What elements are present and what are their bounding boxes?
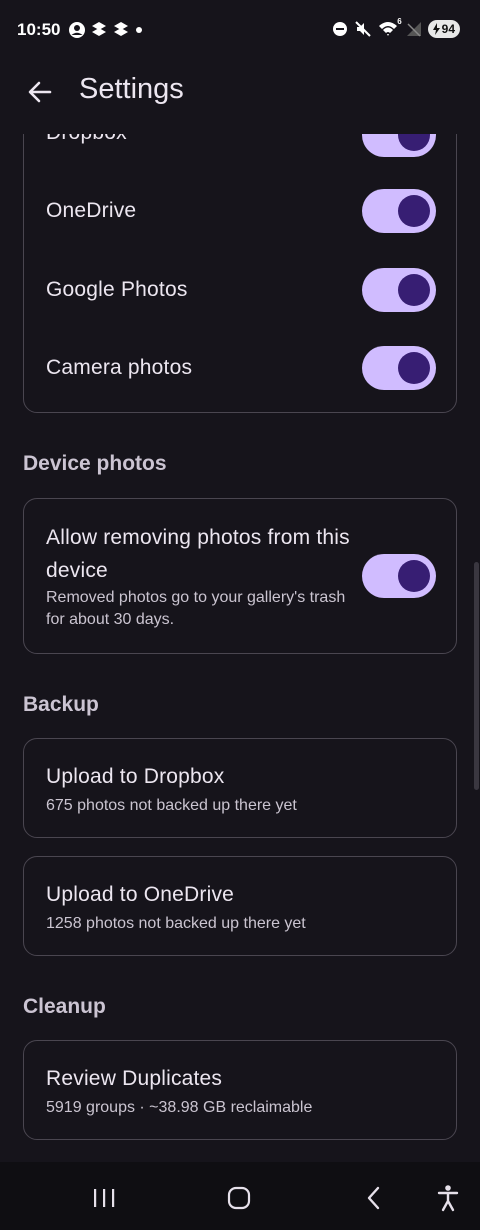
toggle-camera-photos[interactable]	[362, 346, 436, 390]
section-header-cleanup: Cleanup	[23, 995, 106, 1018]
chevron-left-icon	[367, 1186, 380, 1210]
toggle-thumb	[398, 560, 430, 592]
source-label-camera-photos: Camera photos	[46, 356, 193, 379]
toggle-thumb	[398, 134, 430, 151]
review-duplicates-card[interactable]: Review Duplicates 5919 groups · ~38.98 G…	[23, 1040, 457, 1140]
upload-onedrive-title: Upload to OneDrive	[46, 883, 235, 906]
wifi-icon: 6	[378, 17, 402, 38]
signal-off-icon	[406, 22, 421, 37]
status-bar: 10:50 6 94	[0, 0, 480, 60]
status-time: 10:50	[17, 20, 61, 39]
recents-button[interactable]	[82, 1176, 126, 1220]
toggle-dropbox[interactable]	[362, 134, 436, 157]
allow-removing-title: Allow removing photos from this device	[46, 526, 350, 582]
notification-icons	[68, 21, 144, 39]
upload-dropbox-title: Upload to Dropbox	[46, 765, 225, 788]
upload-onedrive-card[interactable]: Upload to OneDrive 1258 photos not backe…	[23, 856, 457, 956]
source-label-onedrive: OneDrive	[46, 199, 137, 222]
dropbox-notification-icon	[92, 22, 106, 36]
accessibility-icon	[437, 1185, 459, 1212]
toggle-thumb	[398, 195, 430, 227]
accessibility-button[interactable]	[426, 1176, 470, 1220]
recents-icon	[94, 1189, 115, 1207]
settings-scroll-area[interactable]: Dropbox OneDrive Google Photos Camera ph…	[0, 134, 480, 1162]
section-header-backup: Backup	[23, 693, 99, 716]
toggle-onedrive[interactable]	[362, 189, 436, 233]
more-notifications-dot-icon	[136, 27, 142, 33]
section-header-device-photos: Device photos	[23, 452, 167, 475]
home-icon	[227, 1186, 251, 1210]
home-button[interactable]	[217, 1176, 261, 1220]
allow-removing-subtitle: Removed photos go to your gallery's tras…	[46, 589, 346, 628]
mute-icon	[354, 21, 371, 37]
scrollbar[interactable]	[474, 562, 479, 790]
arrow-left-icon	[28, 81, 52, 103]
review-duplicates-title: Review Duplicates	[46, 1067, 223, 1090]
source-label-dropbox: Dropbox	[46, 134, 127, 145]
device-photos-card[interactable]: Allow removing photos from this device R…	[23, 498, 457, 654]
account-icon	[69, 22, 85, 38]
sources-card: Dropbox OneDrive Google Photos Camera ph…	[23, 134, 457, 413]
top-app-bar: Settings	[0, 60, 480, 124]
upload-onedrive-subtitle: 1258 photos not backed up there yet	[46, 915, 306, 932]
network-generation: 6	[397, 17, 402, 26]
back-button[interactable]	[18, 70, 62, 114]
toggle-google-photos[interactable]	[362, 268, 436, 312]
system-icons: 6 94	[332, 17, 460, 38]
battery-level: 94	[441, 22, 455, 36]
source-label-google-photos: Google Photos	[46, 278, 188, 301]
nav-back-button[interactable]	[352, 1176, 396, 1220]
review-duplicates-subtitle: 5919 groups · ~38.98 GB reclaimable	[46, 1099, 313, 1116]
charging-bolt-icon	[432, 23, 440, 35]
toggle-thumb	[398, 274, 430, 306]
system-nav-bar	[0, 1162, 480, 1230]
battery-indicator: 94	[427, 20, 460, 38]
upload-dropbox-card[interactable]: Upload to Dropbox 675 photos not backed …	[23, 738, 457, 838]
page-title: Settings	[79, 73, 184, 105]
toggle-thumb	[398, 352, 430, 384]
toggle-allow-removing[interactable]	[362, 554, 436, 598]
dropbox-notification-icon-2	[114, 22, 128, 36]
upload-dropbox-subtitle: 675 photos not backed up there yet	[46, 797, 297, 814]
do-not-disturb-icon	[332, 22, 347, 36]
